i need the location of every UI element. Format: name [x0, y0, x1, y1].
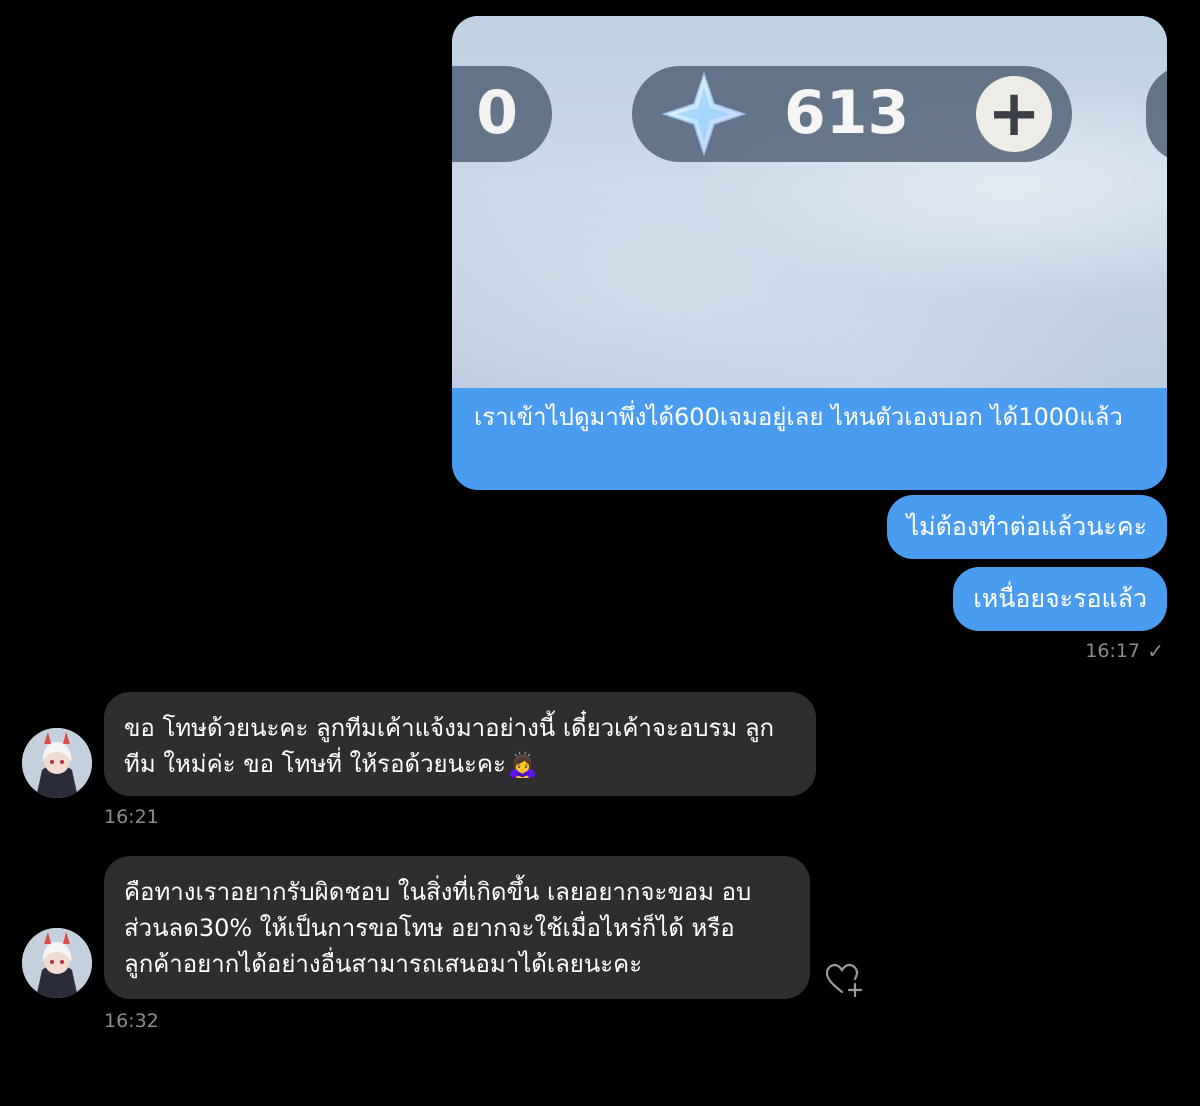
left-counter-value: 0	[476, 78, 518, 148]
left-counter-pill: 0	[452, 66, 552, 162]
image-caption: เราเข้าไปดูมาพึ่งได้600เจมอยู่เลย ไหนตัว…	[474, 403, 1123, 431]
sent-timestamp: 16:17	[1085, 640, 1140, 662]
message-text: ขอ โทษด้วยนะคะ ลูกทีมเค้าแจ้งมาอย่างนี้ …	[124, 714, 775, 778]
received-message-bubble[interactable]: คือทางเราอยากรับผิดชอบ ในสิ่งที่เกิดขึ้น…	[104, 856, 810, 999]
received-timestamp: 16:21	[104, 806, 159, 828]
bowing-person-emoji: 🙇‍♀️	[507, 751, 538, 779]
sent-message-bubble[interactable]: ไม่ต้องทำต่อแล้วนะคะ	[886, 495, 1167, 559]
currency-counter-pill: 613 +	[632, 66, 1072, 162]
attached-screenshot[interactable]: 0 613 +	[452, 16, 1167, 388]
heart-plus-icon[interactable]	[824, 962, 864, 998]
avatar-image	[22, 728, 92, 798]
received-message-bubble[interactable]: ขอ โทษด้วยนะคะ ลูกทีมเค้าแจ้งมาอย่างนี้ …	[104, 692, 816, 796]
right-counter-pill	[1146, 66, 1167, 162]
gem-icon	[662, 72, 746, 156]
avatar-image	[22, 928, 92, 998]
check-icon: ✓	[1147, 639, 1164, 663]
received-timestamp: 16:32	[104, 1010, 159, 1032]
avatar[interactable]	[22, 728, 92, 798]
currency-value: 613	[784, 78, 910, 148]
avatar[interactable]	[22, 928, 92, 998]
sent-message-bubble[interactable]: เหนื่อยจะรอแล้ว	[953, 567, 1167, 631]
sent-image-message[interactable]: 0 613 + เราเข้าไปดูมาพึ่งได้600เจมอยู่เล…	[452, 16, 1167, 490]
plus-button: +	[976, 76, 1052, 152]
